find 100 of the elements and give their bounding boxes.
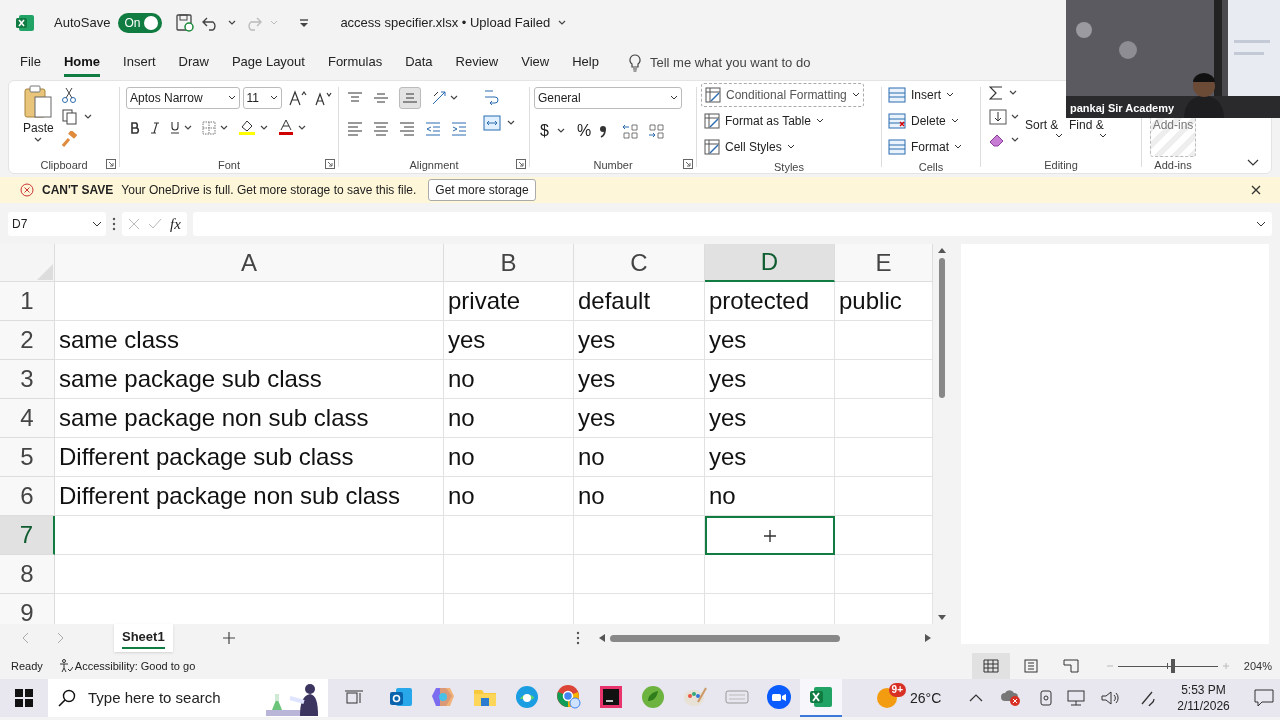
row-header[interactable]: 2 — [0, 321, 55, 360]
close-icon[interactable] — [1250, 184, 1262, 196]
currency-button[interactable]: $ — [540, 119, 549, 143]
font-name-dropdown[interactable]: Aptos Narrow — [126, 87, 240, 109]
styles-command[interactable]: Conditional Formatting — [701, 83, 864, 107]
save-sync-icon[interactable] — [176, 14, 195, 32]
zoom-slider-thumb[interactable] — [1170, 659, 1175, 673]
caret-icon[interactable] — [184, 124, 192, 131]
caret-icon[interactable] — [1011, 114, 1019, 120]
bottom-align-button[interactable] — [399, 87, 421, 109]
clock-date[interactable]: 2/11/2026 — [1177, 698, 1230, 714]
row-header[interactable]: 9 — [0, 594, 55, 624]
autosave-toggle[interactable]: On — [118, 13, 163, 33]
lightbulb-icon[interactable] — [627, 54, 642, 72]
increase-indent-icon[interactable] — [451, 121, 467, 137]
name-box[interactable]: D7 — [8, 212, 106, 236]
view-button[interactable] — [971, 653, 1010, 679]
table-cell[interactable]: same package sub class — [55, 360, 444, 399]
volume-icon[interactable] — [1101, 690, 1122, 706]
table-cell[interactable]: yes — [705, 360, 835, 399]
editing-command[interactable]: Sort & — [1025, 117, 1063, 157]
editing-command[interactable]: Find & — [1069, 117, 1107, 157]
format-painter-icon[interactable] — [61, 131, 78, 147]
autosum-icon[interactable] — [989, 85, 1003, 101]
table-cell[interactable]: no — [444, 399, 574, 438]
row-header[interactable]: 7 — [0, 516, 55, 555]
ribbon-tab[interactable]: Data — [405, 52, 433, 74]
caret-icon[interactable] — [220, 124, 228, 131]
formula-input[interactable] — [192, 212, 1272, 236]
caret-icon[interactable] — [507, 120, 515, 126]
styles-command[interactable]: Format as Table — [701, 109, 827, 133]
caret-icon[interactable] — [228, 20, 237, 26]
vertical-scrollbar-thumb[interactable] — [939, 258, 945, 398]
table-cell[interactable]: protected — [705, 282, 835, 321]
scroll-up-icon[interactable] — [937, 246, 947, 254]
table-cell[interactable] — [55, 282, 444, 321]
table-cell[interactable]: no — [444, 477, 574, 516]
styles-command[interactable]: Cell Styles — [701, 135, 798, 159]
row-header[interactable]: 8 — [0, 555, 55, 594]
clock-time[interactable]: 5:53 PM — [1181, 682, 1226, 698]
dialog-launcher-icon[interactable] — [106, 159, 116, 169]
align-center-icon[interactable] — [373, 121, 389, 137]
align-left-icon[interactable] — [347, 121, 363, 137]
add-ins-button[interactable]: Add-ins — [1150, 115, 1196, 157]
middle-align-icon[interactable] — [373, 92, 389, 104]
column-header[interactable]: A — [55, 244, 444, 282]
table-cell[interactable]: no — [444, 360, 574, 399]
table-cell[interactable]: yes — [705, 321, 835, 360]
table-cell[interactable] — [55, 516, 444, 555]
cloud-error-icon[interactable] — [1001, 689, 1022, 707]
customize-toolbar-icon[interactable] — [298, 17, 311, 29]
row-header[interactable]: 6 — [0, 477, 55, 516]
font-size-dropdown[interactable]: 11 — [242, 87, 282, 109]
table-cell[interactable] — [574, 555, 705, 594]
dialog-launcher-icon[interactable] — [683, 159, 693, 169]
zoom-level[interactable]: 204% — [1243, 657, 1272, 675]
decrease-font-size-icon[interactable] — [314, 90, 332, 106]
column-header[interactable]: E — [835, 244, 933, 282]
cells-command[interactable]: Format — [888, 135, 974, 159]
paste-button[interactable]: Paste — [23, 85, 54, 157]
fill-color-icon[interactable] — [238, 119, 256, 136]
caret-icon[interactable] — [556, 128, 565, 134]
cells-command[interactable]: Delete — [888, 109, 974, 133]
ribbon-tab[interactable]: File — [20, 52, 41, 74]
row-header[interactable]: 3 — [0, 360, 55, 399]
expand-icon[interactable] — [1256, 221, 1266, 227]
caret-icon[interactable] — [34, 137, 43, 143]
table-cell[interactable] — [444, 516, 574, 555]
get-more-storage-button[interactable]: Get more storage — [428, 179, 536, 201]
dialog-launcher-icon[interactable] — [325, 159, 335, 169]
increase-font-size-icon[interactable] — [289, 90, 307, 106]
ribbon-tab[interactable]: Formulas — [327, 52, 383, 74]
caret-icon[interactable] — [558, 20, 567, 26]
eraser-icon[interactable] — [989, 133, 1005, 147]
caret-icon[interactable] — [1011, 137, 1019, 143]
horizontal-scrollbar-thumb[interactable] — [610, 634, 840, 642]
caret-icon[interactable] — [298, 124, 306, 131]
dialog-launcher-icon[interactable] — [516, 159, 526, 169]
weather-temperature[interactable]: 26°C — [910, 687, 942, 709]
table-cell[interactable]: yes — [574, 399, 705, 438]
comma-style-icon[interactable] — [599, 124, 608, 138]
table-cell[interactable]: no — [444, 438, 574, 477]
row-header[interactable]: 1 — [0, 282, 55, 321]
insert-function-button[interactable]: fx — [170, 212, 181, 236]
more-options-icon[interactable] — [576, 631, 580, 645]
ribbon-tab[interactable]: Insert — [123, 52, 156, 74]
document-title[interactable]: access specifier.xlsx • Upload Failed — [340, 13, 551, 33]
table-cell[interactable] — [55, 555, 444, 594]
scroll-left-icon[interactable] — [598, 633, 606, 643]
merge-center-icon[interactable] — [483, 115, 501, 131]
row-header[interactable]: 5 — [0, 438, 55, 477]
accessibility-icon[interactable] — [58, 659, 73, 673]
more-options-icon[interactable] — [112, 217, 116, 231]
table-cell[interactable]: Different package non sub class — [55, 477, 444, 516]
table-cell[interactable]: same class — [55, 321, 444, 360]
task-view-icon[interactable] — [345, 690, 363, 706]
table-cell[interactable]: yes — [574, 360, 705, 399]
italic-icon[interactable] — [150, 121, 160, 134]
scissors-icon[interactable] — [61, 87, 76, 103]
table-cell[interactable]: default — [574, 282, 705, 321]
